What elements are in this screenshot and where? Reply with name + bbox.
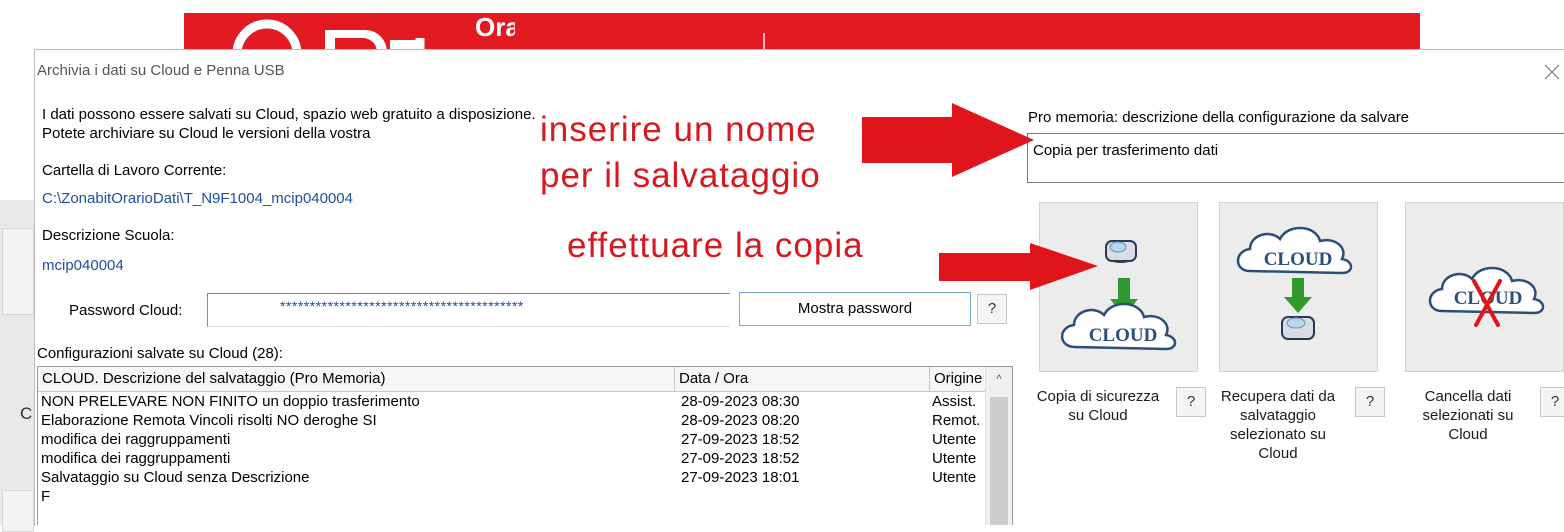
restore-caption: Recupera dati da salvataggio selezionato… <box>1208 387 1348 463</box>
cloud-label: CLOUD <box>1264 249 1333 270</box>
restore-caption-line: Cloud <box>1258 445 1298 462</box>
annotation-text: inserire un nome <box>540 110 817 149</box>
column-header-origin[interactable]: Origine <box>930 367 988 391</box>
password-label: Password Cloud: <box>69 302 183 319</box>
background-left-box <box>2 228 34 315</box>
row-description: Elaborazione Remota Vincoli risolti NO d… <box>41 412 377 429</box>
delete-caption: Cancella dati selezionati su Cloud <box>1408 387 1528 444</box>
row-origin: Assist. <box>932 393 977 410</box>
close-button[interactable] <box>1540 60 1564 84</box>
row-date <box>681 487 921 506</box>
restore-caption-line: salvataggio <box>1240 407 1316 424</box>
delete-help-button[interactable]: ? <box>1540 387 1564 417</box>
table-scrollbar[interactable]: ^ <box>985 367 1012 525</box>
delete-from-cloud-icon: CLOUD <box>1428 266 1545 327</box>
memo-label: Pro memoria: descrizione della configura… <box>1028 109 1410 126</box>
delete-caption-line: selezionati su <box>1422 407 1514 424</box>
backup-caption-line: su Cloud <box>1068 407 1128 424</box>
workdir-value: C:\ZonabitOrarioDati\T_N9F1004_mcip04000… <box>42 190 353 207</box>
row-description: Salvataggio su Cloud senza Descrizione <box>41 469 310 486</box>
delete-from-cloud-button[interactable]: CLOUD <box>1405 202 1564 372</box>
restore-caption-line: selezionato su <box>1230 426 1326 443</box>
backup-help-button[interactable]: ? <box>1176 387 1206 417</box>
restore-from-cloud-icon: CLOUD <box>1236 226 1353 340</box>
dialog-title: Archivia i dati su Cloud e Penna USB <box>37 62 285 79</box>
row-origin: Remot. <box>932 412 981 429</box>
row-date: 28-09-2023 08:30 <box>681 393 800 410</box>
table-row[interactable]: modifica dei raggruppamenti 27-09-2023 1… <box>38 430 988 449</box>
row-date: 27-09-2023 18:52 <box>681 431 800 448</box>
row-date: 27-09-2023 18:52 <box>681 450 800 467</box>
annotation-text: per il salvataggio <box>540 156 821 195</box>
delete-caption-line: Cancella dati <box>1424 388 1512 405</box>
workdir-label: Cartella di Lavoro Corrente: <box>42 162 227 179</box>
saved-configs-label: Configurazioni salvate su Cloud (28): <box>37 345 283 362</box>
restore-caption-line: Recupera dati da <box>1220 388 1336 405</box>
restore-help-button[interactable]: ? <box>1355 387 1385 417</box>
table-row[interactable]: Elaborazione Remota Vincoli risolti NO d… <box>38 411 988 430</box>
table-row[interactable]: NON PRELEVARE NON FINITO un doppio trasf… <box>38 392 988 411</box>
intro-text-line2: Potete archiviare su Cloud le versioni d… <box>42 125 371 142</box>
column-header-description[interactable]: CLOUD. Descrizione del salvataggio (Pro … <box>38 367 675 391</box>
row-description: modifica dei raggruppamenti <box>41 450 231 467</box>
row-origin: Utente <box>932 450 977 467</box>
table-row[interactable]: F <box>38 487 988 506</box>
delete-caption-line: Cloud <box>1448 426 1488 443</box>
backup-caption-line: Copia di sicurezza <box>1036 388 1160 405</box>
memo-description-input[interactable]: Copia per trasferimento dati <box>1027 133 1564 183</box>
background-left-text: C <box>20 404 33 423</box>
cloud-label: CLOUD <box>1089 325 1158 346</box>
row-date: 28-09-2023 08:20 <box>681 412 800 429</box>
row-origin: Utente <box>932 469 977 486</box>
table-row[interactable]: modifica dei raggruppamenti 27-09-2023 1… <box>38 449 988 468</box>
row-origin: Utente <box>932 431 977 448</box>
row-description: F <box>41 488 51 505</box>
row-date: 27-09-2023 18:01 <box>681 469 800 486</box>
saved-configs-table[interactable]: CLOUD. Descrizione del salvataggio (Pro … <box>37 366 1013 525</box>
school-value: mcip040004 <box>42 257 124 274</box>
table-header: CLOUD. Descrizione del salvataggio (Pro … <box>38 367 1012 392</box>
close-icon <box>1544 64 1560 80</box>
password-value: ****************************************… <box>280 298 524 314</box>
show-password-button[interactable]: Mostra password <box>739 292 971 326</box>
restore-from-cloud-button[interactable]: CLOUD <box>1219 202 1378 372</box>
column-header-date[interactable]: Data / Ora <box>675 367 930 391</box>
scroll-up-icon[interactable]: ^ <box>986 369 1012 389</box>
row-description: modifica dei raggruppamenti <box>41 431 231 448</box>
school-label: Descrizione Scuola: <box>42 227 175 244</box>
row-description: NON PRELEVARE NON FINITO un doppio trasf… <box>41 393 420 410</box>
backup-to-cloud-icon: CLOUD <box>1060 240 1177 351</box>
backup-to-cloud-button[interactable]: CLOUD <box>1039 202 1198 372</box>
annotation-text: effettuare la copia <box>567 226 864 265</box>
password-help-button[interactable]: ? <box>977 294 1007 324</box>
table-row[interactable]: Salvataggio su Cloud senza Descrizione 2… <box>38 468 988 487</box>
backup-caption: Copia di sicurezza su Cloud <box>1023 387 1173 425</box>
scroll-thumb[interactable] <box>990 397 1008 525</box>
row-origin <box>932 487 988 506</box>
intro-text-line1: I dati possono essere salvati su Cloud, … <box>42 106 536 123</box>
background-app-title: Orario <box>475 16 515 42</box>
background-left-box <box>2 490 34 532</box>
